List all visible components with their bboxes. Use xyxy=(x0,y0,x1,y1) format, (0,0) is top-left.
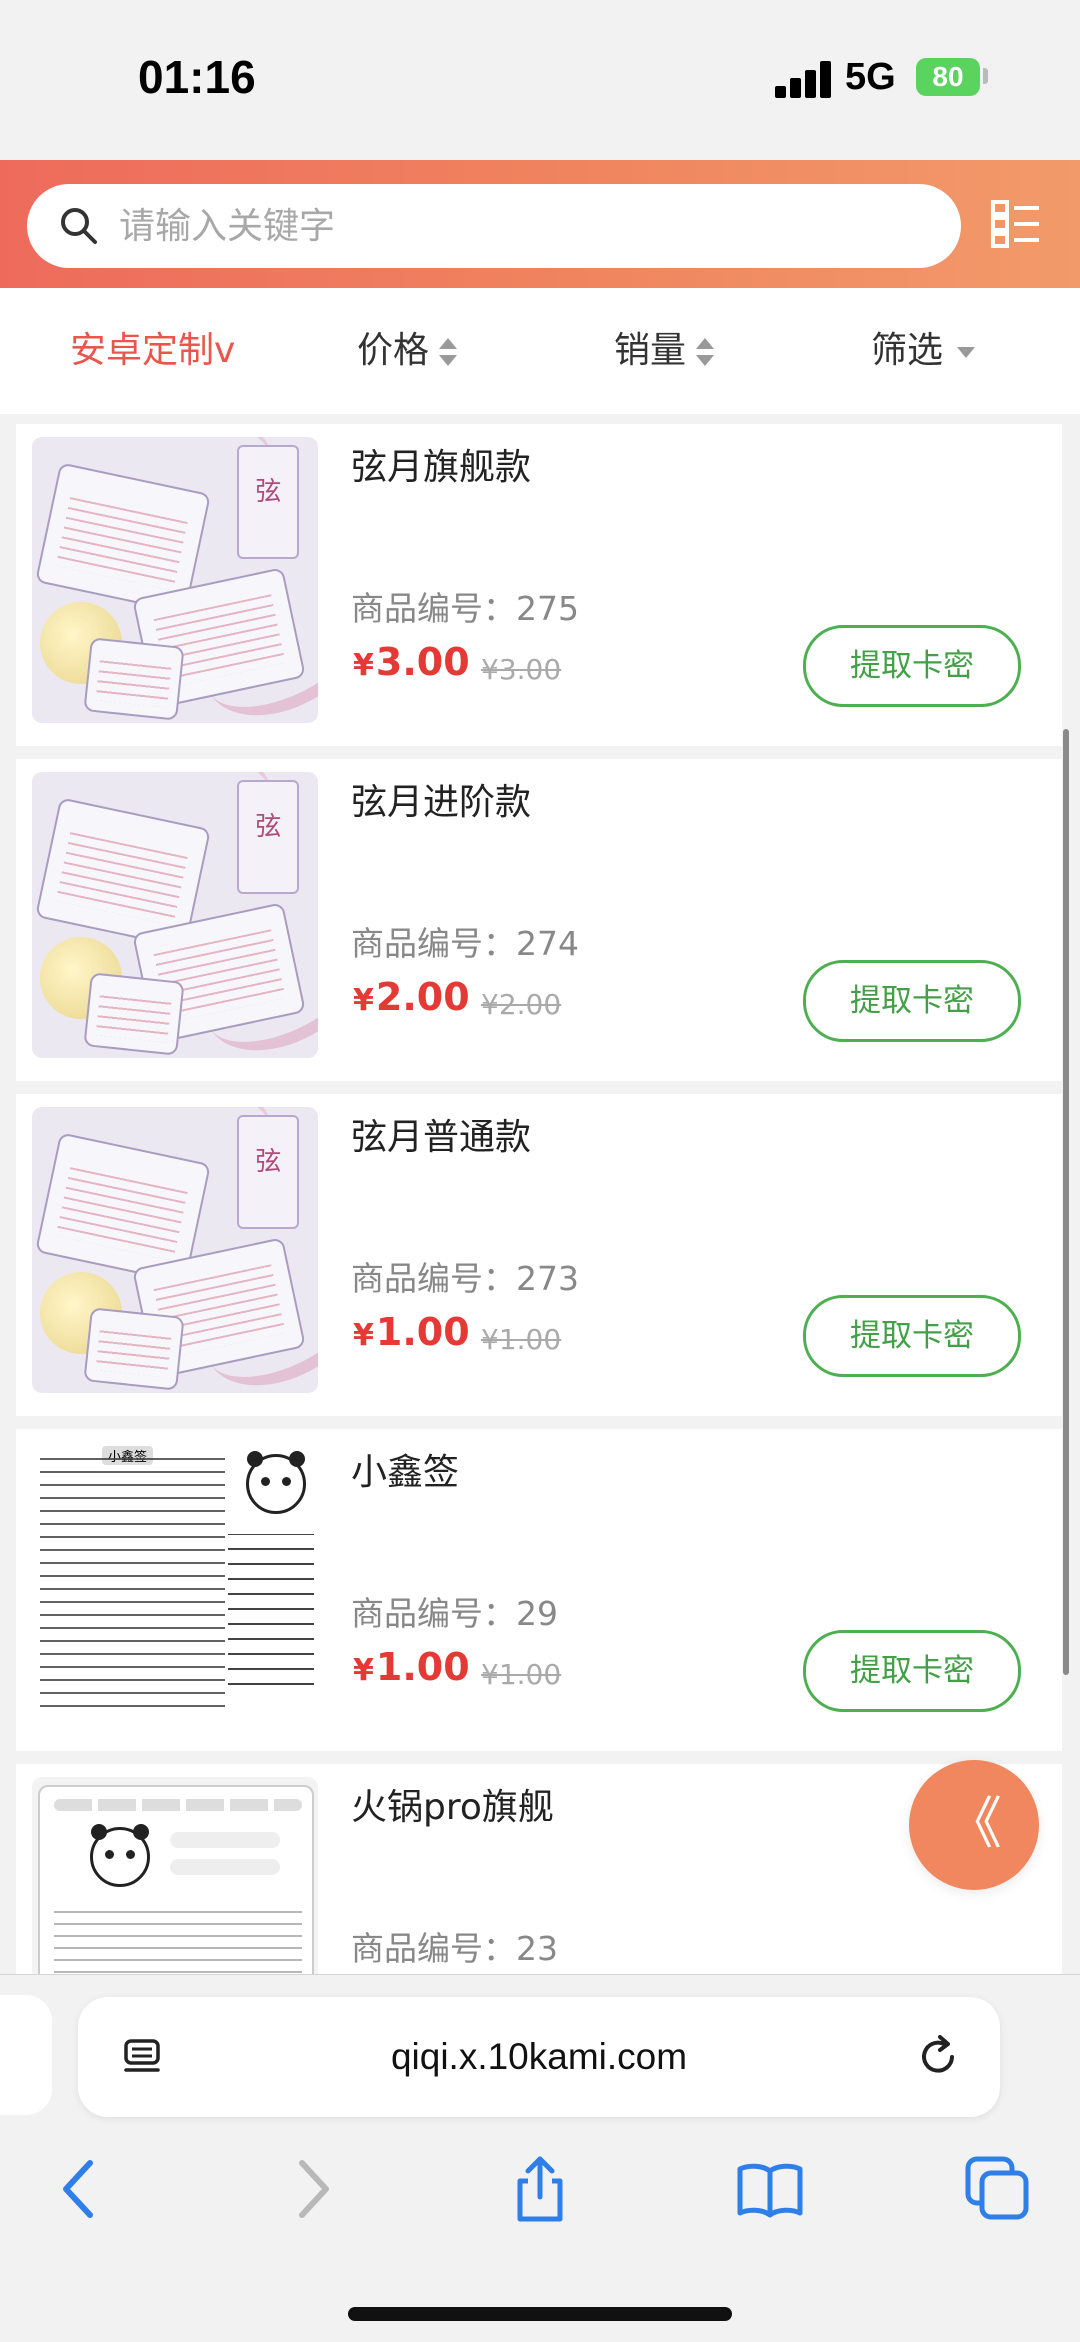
redeem-card-button[interactable]: 提取卡密 xyxy=(803,1295,1021,1377)
filter-options-label: 筛选 xyxy=(871,330,944,371)
title-tag-graphic: 弦 xyxy=(237,780,299,894)
url-text: qiqi.x.10kami.com xyxy=(390,2036,688,2077)
app-text-graphic xyxy=(54,1907,302,1974)
product-code: 商品编号：273 xyxy=(351,1259,579,1298)
share-icon[interactable] xyxy=(504,2153,576,2225)
tabs-icon[interactable] xyxy=(962,2153,1034,2225)
reload-icon[interactable] xyxy=(914,2033,962,2081)
product-code: 商品编号：274 xyxy=(351,924,579,963)
product-name: 弦月进阶款 xyxy=(351,782,532,823)
product-code: 商品编号：23 xyxy=(351,1929,558,1968)
original-price: ¥1.00 xyxy=(481,1323,562,1356)
back-icon[interactable] xyxy=(44,2153,116,2225)
filter-options[interactable]: 筛选 xyxy=(871,326,976,376)
product-card[interactable]: 弦 弦月旗舰款 商品编号：275 ¥3.00 ¥3.00 提取卡密 xyxy=(16,424,1062,746)
title-tag-graphic: 弦 xyxy=(237,445,299,559)
filter-category-label: 安卓定制v xyxy=(70,330,236,371)
search-icon xyxy=(61,208,97,244)
panda-icon xyxy=(246,1451,306,1514)
product-name: 弦月旗舰款 xyxy=(351,447,532,488)
product-name: 火锅pro旗舰 xyxy=(351,1787,554,1828)
product-price: ¥3.00 xyxy=(353,640,470,684)
product-card[interactable]: 弦 弦月进阶款 商品编号：274 ¥2.00 ¥2.00 提取卡密 xyxy=(16,759,1062,1081)
sort-arrows-icon xyxy=(439,338,458,366)
product-image: 弦 xyxy=(32,772,318,1058)
redeem-card-button[interactable]: 提取卡密 xyxy=(803,1630,1021,1712)
collapse-fab-button[interactable]: 《 xyxy=(909,1760,1039,1890)
product-name: 弦月普通款 xyxy=(351,1117,532,1158)
filter-sales[interactable]: 销量 xyxy=(614,326,715,376)
original-price: ¥1.00 xyxy=(481,1658,562,1691)
product-price: ¥1.00 xyxy=(353,1310,470,1354)
product-price: ¥2.00 xyxy=(353,975,470,1019)
status-bar: 01:16 5G 80 xyxy=(0,0,1080,160)
product-price: ¥1.00 xyxy=(353,1645,470,1689)
browser-toolbar: qiqi.x.10kami.com xyxy=(0,1974,1080,2342)
bookmarks-icon[interactable] xyxy=(734,2153,806,2225)
app-screenshot-graphic xyxy=(38,1785,314,1974)
forward-icon[interactable] xyxy=(276,2153,348,2225)
product-image: 弦 xyxy=(32,437,318,723)
home-indicator[interactable] xyxy=(348,2307,732,2321)
menu-card-graphic xyxy=(83,972,185,1056)
status-time: 01:16 xyxy=(138,51,256,103)
previous-tab-peek[interactable] xyxy=(0,1995,52,2115)
thumb-glyph: 弦 xyxy=(255,812,282,843)
filter-sales-label: 销量 xyxy=(614,330,687,371)
chevron-down-icon xyxy=(957,346,976,358)
product-image: 小鑫签 xyxy=(32,1442,318,1728)
redeem-card-button[interactable]: 提取卡密 xyxy=(803,625,1021,707)
filter-category[interactable]: 安卓定制v xyxy=(70,326,235,376)
scrollbar[interactable] xyxy=(1063,729,1069,1675)
panda-icon xyxy=(90,1824,150,1887)
redeem-card-button[interactable]: 提取卡密 xyxy=(803,960,1021,1042)
menu-card-graphic xyxy=(83,637,185,721)
battery-icon: 80 xyxy=(916,58,980,96)
battery-tip xyxy=(983,68,988,84)
original-price: ¥2.00 xyxy=(481,988,562,1021)
product-image: 弦 xyxy=(32,1107,318,1393)
original-price: ¥3.00 xyxy=(481,653,562,686)
list-view-icon[interactable] xyxy=(990,198,1042,250)
cellular-signal-icon xyxy=(775,60,833,98)
sort-arrows-icon xyxy=(696,338,715,366)
search-box[interactable] xyxy=(27,184,961,268)
thumb-glyph: 弦 xyxy=(255,1147,282,1178)
title-tag-graphic: 弦 xyxy=(237,1115,299,1229)
filter-price-label: 价格 xyxy=(357,330,430,371)
product-code: 商品编号：275 xyxy=(351,589,579,628)
address-bar[interactable]: qiqi.x.10kami.com xyxy=(78,1997,1000,2117)
product-code: 商品编号：29 xyxy=(351,1594,558,1633)
filter-bar: 安卓定制v 价格 销量 筛选 xyxy=(0,288,1080,414)
menu-card-graphic xyxy=(83,1307,185,1391)
product-card[interactable]: 弦 弦月普通款 商品编号：273 ¥1.00 ¥1.00 提取卡密 xyxy=(16,1094,1062,1416)
flyer-text-graphic xyxy=(40,1458,225,1718)
product-name: 小鑫签 xyxy=(351,1452,460,1493)
filter-price[interactable]: 价格 xyxy=(357,326,458,376)
app-pill-graphic xyxy=(170,1832,280,1848)
product-card[interactable]: 小鑫签 小鑫签 商品编号：29 ¥1.00 ¥1.00 提取卡密 xyxy=(16,1429,1062,1751)
app-pill-graphic xyxy=(170,1859,280,1875)
product-image xyxy=(32,1777,318,1974)
product-list: 弦 弦月旗舰款 商品编号：275 ¥3.00 ¥3.00 提取卡密 弦 弦月进阶… xyxy=(0,414,1080,1974)
network-type: 5G xyxy=(845,56,896,98)
app-nav-graphic xyxy=(54,1799,302,1811)
flyer-text-graphic xyxy=(228,1534,314,1698)
product-card[interactable]: 火锅pro旗舰 商品编号：23 xyxy=(16,1764,1062,1974)
search-header xyxy=(0,160,1080,288)
thumb-glyph: 弦 xyxy=(255,477,282,508)
search-input[interactable] xyxy=(109,184,929,268)
